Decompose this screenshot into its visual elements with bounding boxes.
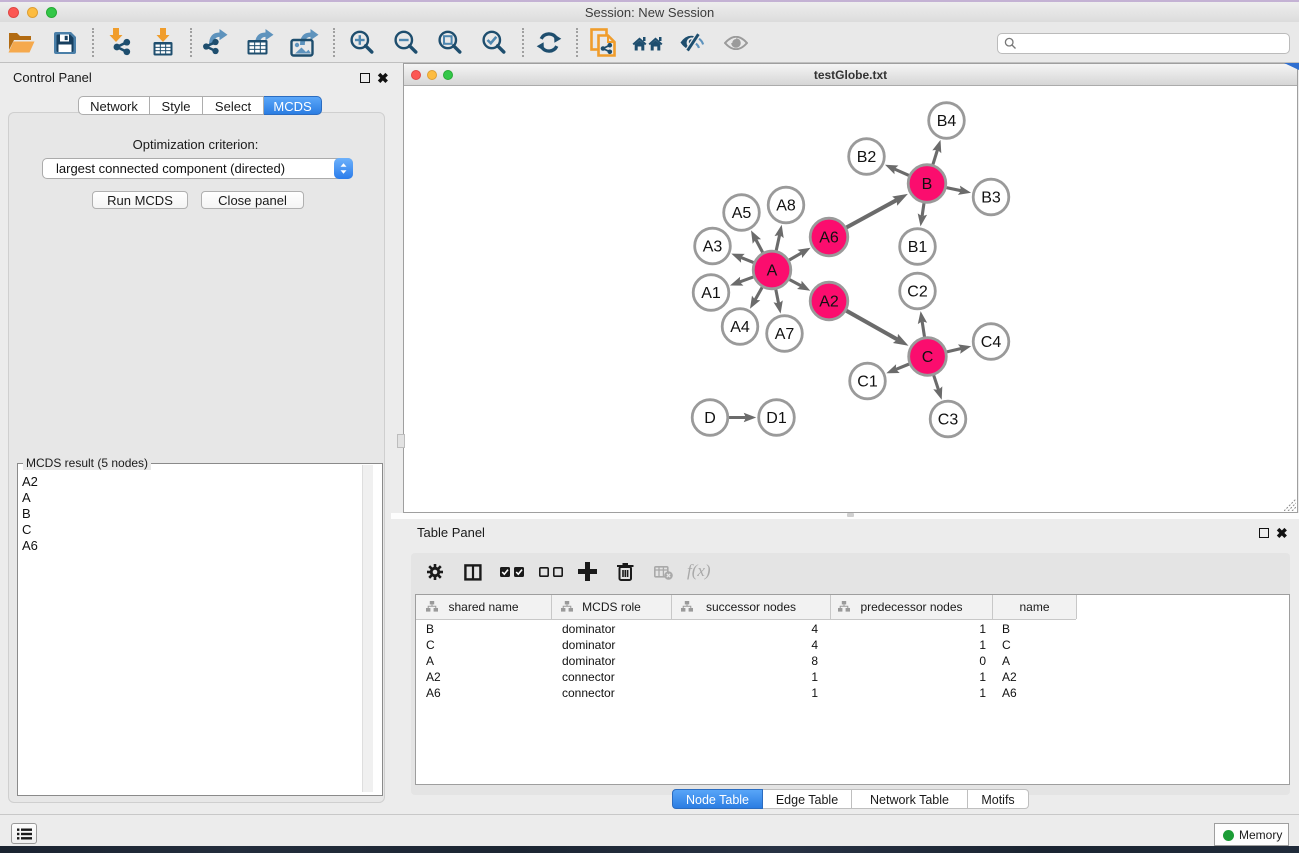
svg-text:C2: C2 xyxy=(907,284,928,301)
svg-text:A4: A4 xyxy=(730,319,750,336)
svg-text:C4: C4 xyxy=(981,334,1002,351)
svg-text:A7: A7 xyxy=(775,326,795,343)
svg-text:D1: D1 xyxy=(766,410,787,427)
svg-text:A: A xyxy=(767,263,778,280)
svg-text:D: D xyxy=(704,410,716,427)
svg-text:B2: B2 xyxy=(857,149,877,166)
svg-text:B1: B1 xyxy=(908,239,928,256)
svg-text:A5: A5 xyxy=(732,205,752,222)
svg-text:C1: C1 xyxy=(857,374,878,391)
svg-text:B3: B3 xyxy=(981,190,1001,207)
svg-text:A2: A2 xyxy=(819,294,839,311)
svg-text:C3: C3 xyxy=(938,412,959,429)
svg-text:A3: A3 xyxy=(703,239,723,256)
svg-text:A6: A6 xyxy=(819,230,839,247)
svg-text:C: C xyxy=(922,349,934,366)
svg-text:B: B xyxy=(922,176,933,193)
svg-text:A8: A8 xyxy=(776,198,796,215)
svg-text:B4: B4 xyxy=(937,113,957,130)
svg-text:A1: A1 xyxy=(701,285,721,302)
